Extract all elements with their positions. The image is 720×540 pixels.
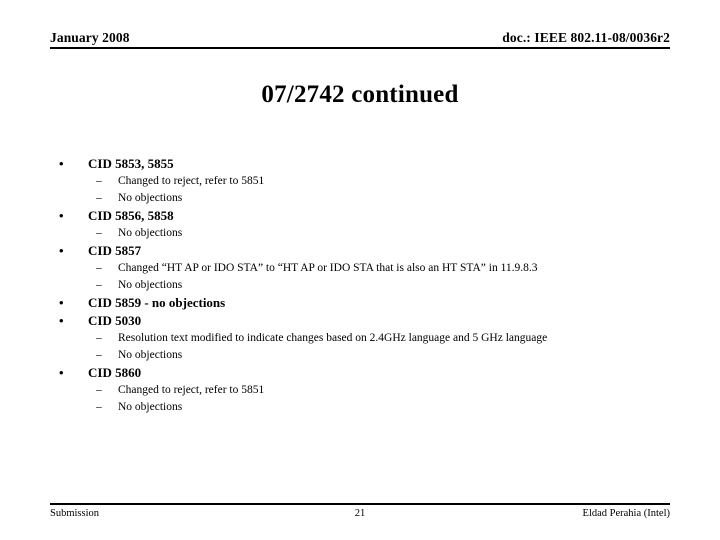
bullet-heading: • CID 5860 — [50, 364, 680, 382]
dash-icon: – — [96, 401, 102, 413]
slide-header: January 2008 doc.: IEEE 802.11-08/0036r2 — [50, 30, 670, 49]
sub-bullet-label: Resolution text modified to indicate cha… — [118, 332, 548, 344]
sub-bullet-item: – No objections — [50, 347, 680, 364]
sub-bullet-label: No objections — [118, 349, 183, 361]
bullet-group: • CID 5853, 5855 – Changed to reject, re… — [50, 155, 680, 207]
bullet-dot-icon: • — [59, 243, 64, 258]
slide-page: January 2008 doc.: IEEE 802.11-08/0036r2… — [0, 0, 720, 540]
footer-page-number: 21 — [354, 508, 366, 519]
sub-bullet-item: – No objections — [50, 399, 680, 416]
bullet-group: • CID 5860 – Changed to reject, refer to… — [50, 364, 680, 416]
sub-bullet-item: – Changed to reject, refer to 5851 — [50, 173, 680, 190]
page-title: 07/2742 continued — [261, 81, 459, 108]
bullet-dot-icon: • — [59, 208, 64, 223]
bullet-dot-icon: • — [59, 156, 64, 171]
bullet-heading: • CID 5030 — [50, 312, 680, 330]
bullet-dot-icon: • — [59, 295, 64, 310]
dash-icon: – — [96, 192, 102, 204]
bullet-heading: • CID 5856, 5858 — [50, 207, 680, 225]
bullet-dot-icon: • — [59, 365, 64, 380]
slide-footer: Submission 21 Eldad Perahia (Intel) — [50, 503, 670, 521]
sub-bullet-label: Changed to reject, refer to 5851 — [118, 384, 265, 396]
sub-bullet-label: Changed to reject, refer to 5851 — [118, 175, 265, 187]
bullet-heading-label: CID 5853, 5855 — [88, 156, 174, 171]
bullet-group: • CID 5856, 5858 – No objections — [50, 207, 680, 242]
sub-bullet-label: No objections — [118, 192, 183, 204]
dash-icon: – — [96, 349, 102, 361]
sub-bullet-item: – No objections — [50, 277, 680, 294]
footer-submission-label: Submission — [50, 508, 100, 519]
bullet-heading-label: CID 5857 — [88, 243, 142, 258]
footer-author: Eldad Perahia (Intel) — [582, 508, 670, 519]
bullet-dot-icon: • — [59, 313, 64, 328]
bullet-group: • CID 5859 - no objections — [50, 294, 680, 312]
header-date: January 2008 — [50, 30, 130, 45]
bullet-heading: • CID 5859 - no objections — [50, 294, 680, 312]
dash-icon: – — [96, 332, 102, 344]
sub-bullet-label: No objections — [118, 401, 183, 413]
bullet-heading-label: CID 5856, 5858 — [88, 208, 174, 223]
dash-icon: – — [96, 175, 102, 187]
slide-body: • CID 5853, 5855 – Changed to reject, re… — [50, 155, 680, 416]
sub-bullet-item: – Changed “HT AP or IDO STA” to “HT AP o… — [50, 260, 680, 277]
bullet-heading: • CID 5853, 5855 — [50, 155, 680, 173]
dash-icon: – — [96, 279, 102, 291]
sub-bullet-label: No objections — [118, 227, 183, 239]
sub-bullet-item: – Resolution text modified to indicate c… — [50, 330, 680, 347]
bullet-heading-label: CID 5859 - no objections — [88, 295, 226, 310]
bullet-heading-label: CID 5030 — [88, 313, 142, 328]
sub-bullet-item: – No objections — [50, 190, 680, 207]
dash-icon: – — [96, 227, 102, 239]
bullet-heading-label: CID 5860 — [88, 365, 142, 380]
dash-icon: – — [96, 262, 102, 274]
sub-bullet-label: No objections — [118, 279, 183, 291]
header-document-id: doc.: IEEE 802.11-08/0036r2 — [502, 30, 670, 45]
bullet-group: • CID 5857 – Changed “HT AP or IDO STA” … — [50, 242, 680, 294]
sub-bullet-item: – Changed to reject, refer to 5851 — [50, 382, 680, 399]
dash-icon: – — [96, 384, 102, 396]
sub-bullet-label: Changed “HT AP or IDO STA” to “HT AP or … — [118, 262, 538, 274]
sub-bullet-item: – No objections — [50, 225, 680, 242]
bullet-group: • CID 5030 – Resolution text modified to… — [50, 312, 680, 364]
bullet-heading: • CID 5857 — [50, 242, 680, 260]
